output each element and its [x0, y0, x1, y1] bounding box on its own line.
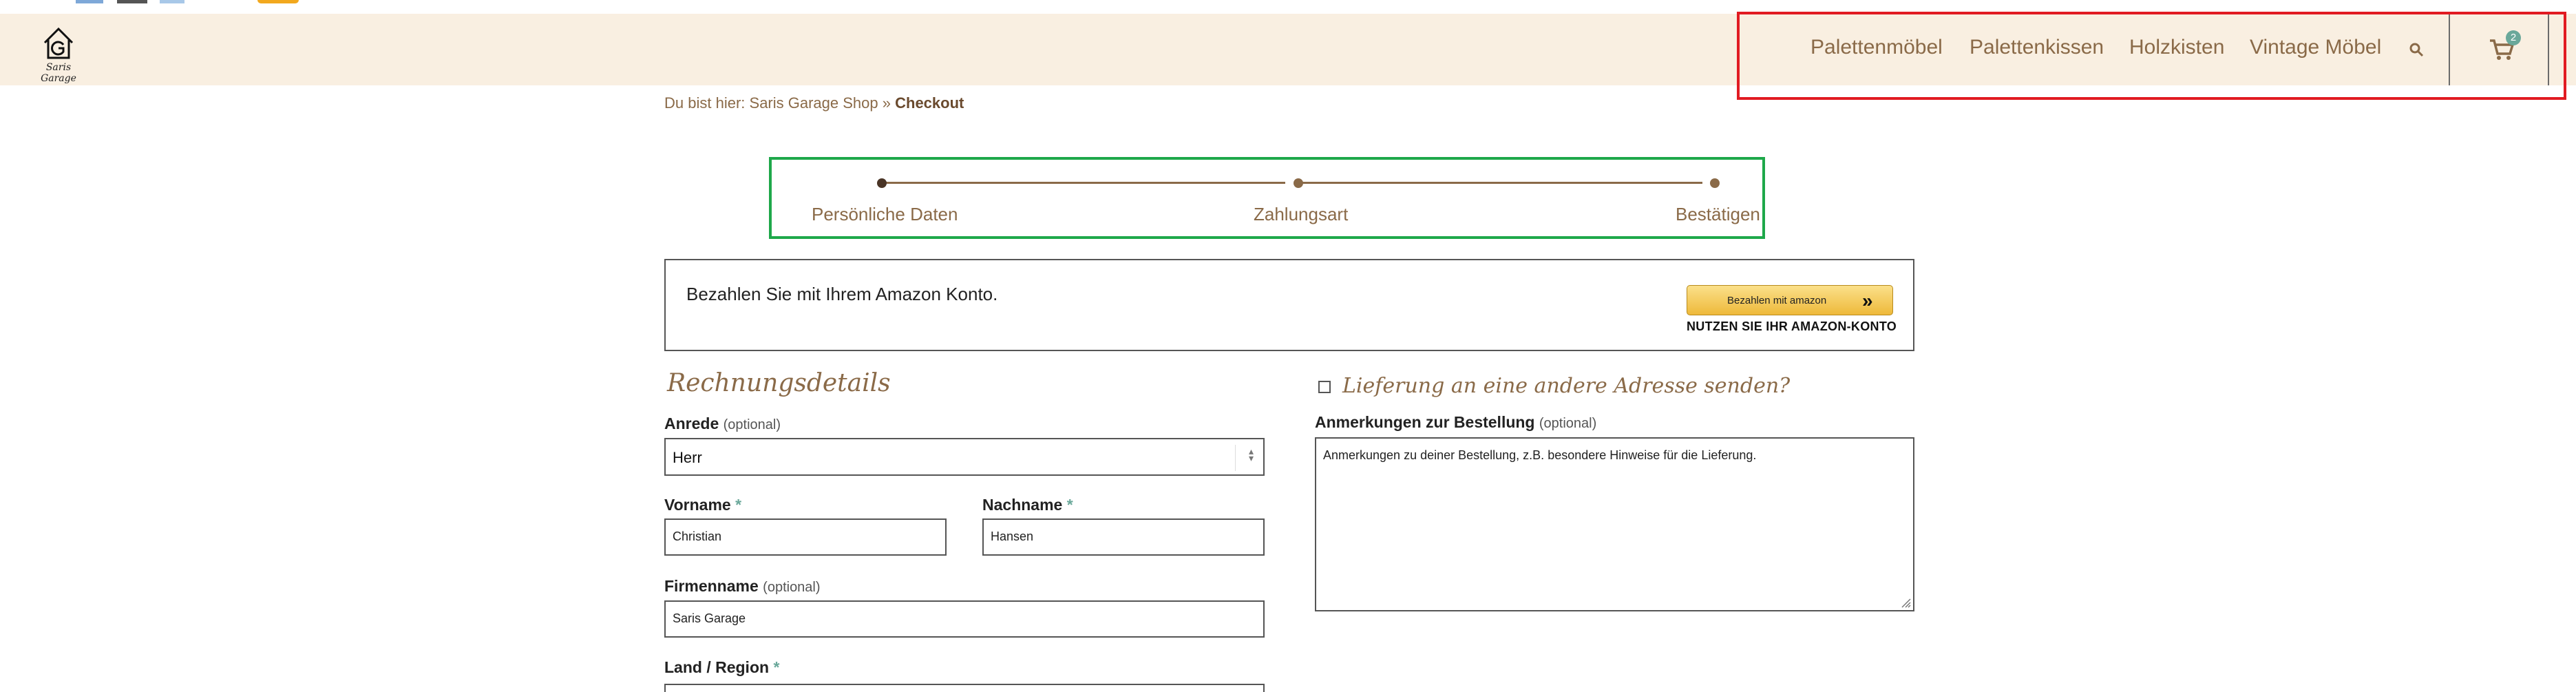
- breadcrumb-prefix: Du bist hier:: [664, 94, 746, 112]
- vorname-value: Christian: [673, 530, 722, 543]
- nachname-label-text: Nachname: [982, 496, 1063, 514]
- amazon-pay-sublabel: NUTZEN SIE IHR AMAZON-KONTO: [1687, 319, 1897, 333]
- nachname-label: Nachname *: [982, 496, 1073, 514]
- amazon-pay-button-label: Bezahlen mit amazon: [1727, 295, 1827, 306]
- strip-mark: [257, 0, 299, 3]
- required-marker: *: [1066, 496, 1073, 514]
- firmenname-field[interactable]: Saris Garage: [664, 600, 1265, 638]
- step-connector: [885, 182, 1285, 184]
- order-notes-textarea[interactable]: Anmerkungen zu deiner Bestellung, z.B. b…: [1315, 437, 1914, 611]
- breadcrumb-current: Checkout: [895, 94, 964, 112]
- step-connector: [1302, 182, 1702, 184]
- breadcrumb-link-shop[interactable]: Saris Garage Shop: [750, 94, 878, 112]
- optional-hint: (optional): [723, 417, 781, 432]
- breadcrumb: Du bist hier: Saris Garage Shop » Checko…: [664, 94, 964, 112]
- ship-different-title[interactable]: Lieferung an eine andere Adresse senden?: [1342, 374, 1790, 398]
- land-select[interactable]: [664, 684, 1265, 692]
- strip-mark: [117, 0, 147, 3]
- nachname-field[interactable]: Hansen: [982, 518, 1265, 556]
- resize-grip-icon[interactable]: [1900, 597, 1911, 608]
- vorname-label-text: Vorname: [664, 496, 731, 514]
- vorname-label: Vorname *: [664, 496, 741, 514]
- land-label: Land / Region *: [664, 658, 779, 677]
- ship-different-checkbox[interactable]: [1318, 381, 1331, 393]
- step-label-confirm[interactable]: Bestätigen: [1676, 204, 1760, 225]
- land-label-text: Land / Region: [664, 658, 770, 676]
- step-dot-confirm: [1710, 178, 1720, 188]
- optional-hint: (optional): [763, 580, 821, 595]
- logo-house-icon: [43, 27, 74, 59]
- step-label-personal[interactable]: Persönliche Daten: [812, 204, 958, 225]
- step-dot-payment: [1294, 178, 1303, 188]
- required-marker: *: [773, 658, 780, 676]
- logo-text: Saris Garage: [41, 62, 76, 84]
- step-dot-personal: [877, 178, 887, 188]
- firmenname-label: Firmenname (optional): [664, 577, 821, 596]
- firmenname-value: Saris Garage: [673, 611, 746, 625]
- nav-highlight-frame: [1737, 12, 2566, 100]
- order-notes-placeholder: Anmerkungen zu deiner Bestellung, z.B. b…: [1323, 448, 1757, 462]
- billing-title: Rechnungsdetails: [667, 369, 891, 397]
- required-marker: *: [735, 496, 742, 514]
- breadcrumb-separator: »: [882, 94, 891, 112]
- nachname-value: Hansen: [991, 530, 1034, 543]
- firmenname-label-text: Firmenname: [664, 577, 759, 595]
- notes-label: Anmerkungen zur Bestellung (optional): [1315, 413, 1596, 432]
- amazon-pay-box: Bezahlen Sie mit Ihrem Amazon Konto. Bez…: [664, 259, 1914, 351]
- select-arrows-icon: ▴ ▾: [1248, 445, 1254, 463]
- anrede-select[interactable]: Herr ▴ ▾: [664, 438, 1265, 476]
- amazon-pay-button[interactable]: Bezahlen mit amazon »: [1687, 285, 1893, 315]
- notes-label-text: Anmerkungen zur Bestellung: [1315, 413, 1535, 431]
- vorname-field[interactable]: Christian: [664, 518, 947, 556]
- step-label-payment[interactable]: Zahlungsart: [1254, 204, 1348, 225]
- anrede-label: Anrede (optional): [664, 415, 781, 433]
- anrede-label-text: Anrede: [664, 415, 719, 432]
- strip-mark: [160, 0, 184, 3]
- optional-hint: (optional): [1539, 416, 1597, 431]
- amazon-pay-text: Bezahlen Sie mit Ihrem Amazon Konto.: [686, 284, 998, 304]
- checkout-steps: Persönliche Daten Zahlungsart Bestätigen: [769, 157, 1765, 239]
- strip-mark: [76, 0, 103, 3]
- chevron-right-icon: »: [1862, 290, 1873, 311]
- anrede-select-value: Herr: [673, 449, 702, 466]
- site-logo[interactable]: Saris Garage: [28, 22, 89, 84]
- select-divider: [1235, 445, 1236, 471]
